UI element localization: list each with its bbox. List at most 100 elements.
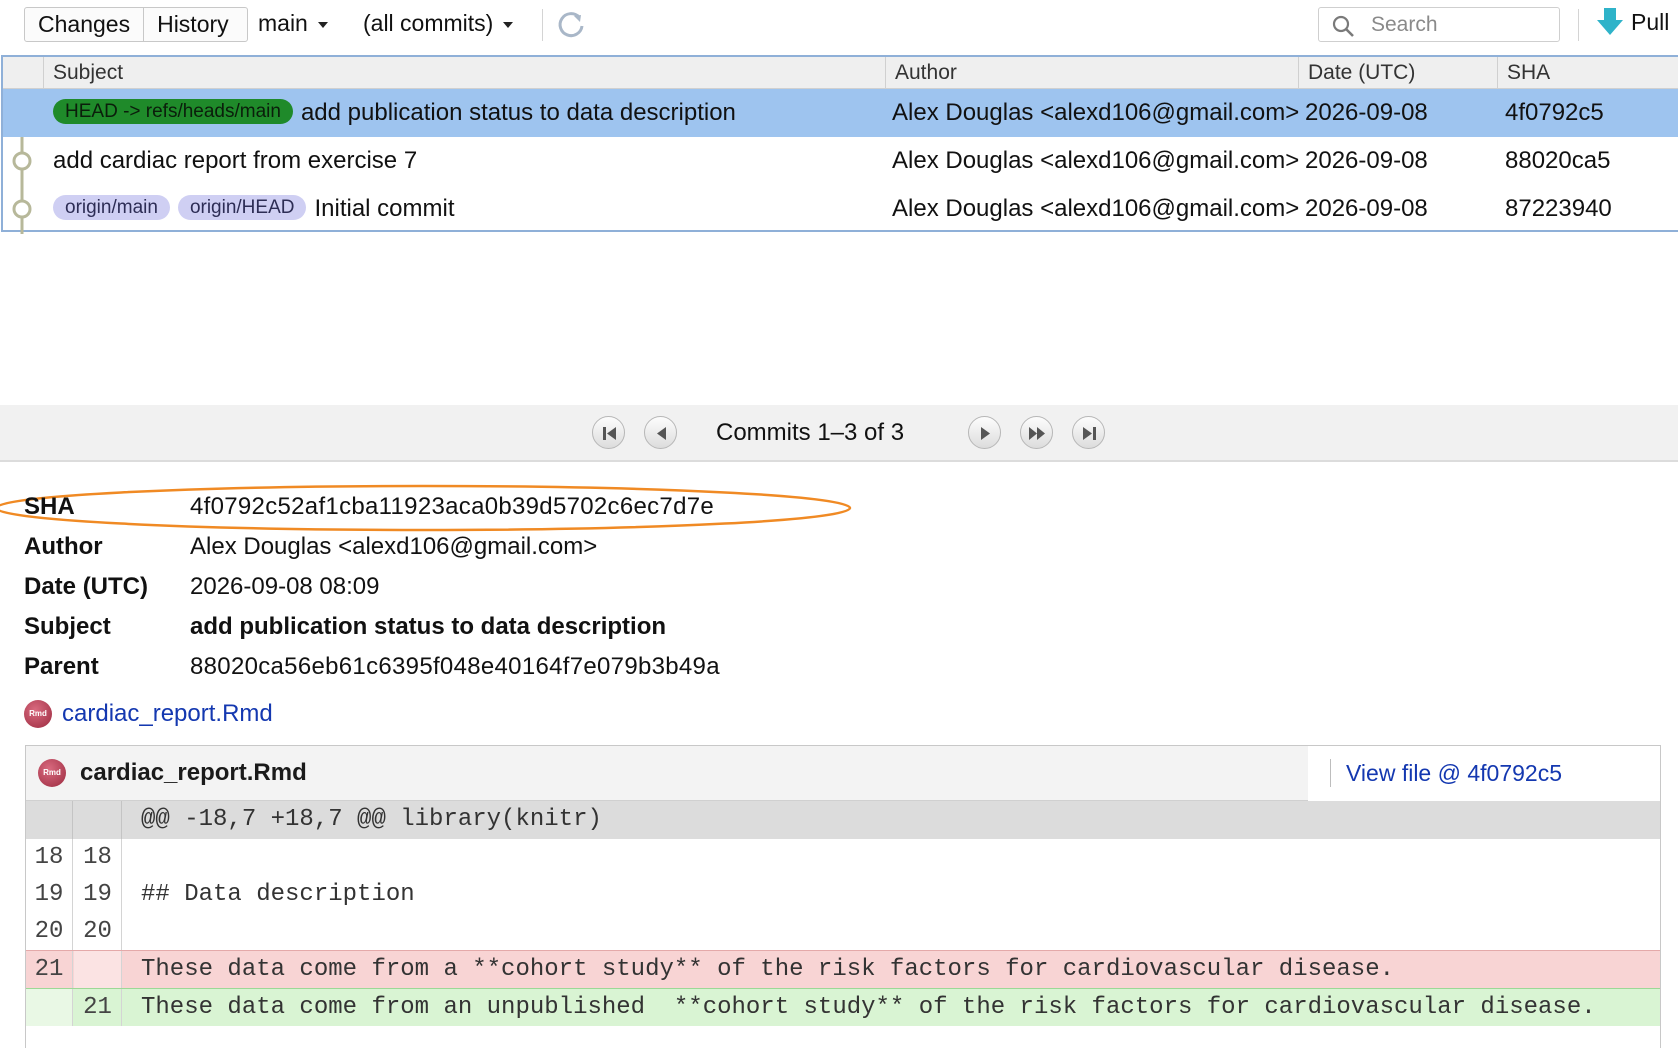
column-author[interactable]: Author	[885, 57, 1298, 89]
branch-label: main	[258, 10, 308, 36]
changed-file-link[interactable]: cardiac_report.Rmd	[62, 700, 273, 728]
new-line-number: 20	[74, 913, 122, 951]
table-row[interactable]: HEAD -> refs/heads/main add publication s…	[3, 89, 1678, 137]
view-file-link[interactable]: View file @ 4f0792c5	[1346, 760, 1562, 787]
table-header: Subject Author Date (UTC) SHA	[3, 57, 1678, 89]
old-line-number: 20	[26, 913, 73, 951]
ref-badge-head: HEAD -> refs/heads/main	[53, 99, 293, 124]
sha-label: SHA	[24, 493, 75, 520]
column-sha[interactable]: SHA	[1497, 57, 1678, 89]
branch-dropdown[interactable]: main	[258, 10, 328, 37]
old-line-number: 18	[26, 839, 73, 877]
diff-line: 18 18	[26, 839, 1660, 877]
date-value: 2026-09-08 08:09	[190, 573, 380, 600]
first-page-icon	[603, 427, 616, 440]
fast-forward-button[interactable]	[1020, 416, 1053, 449]
author-value: Alex Douglas <alexd106@gmail.com>	[190, 533, 598, 560]
fast-forward-icon	[1029, 427, 1045, 440]
view-toggle: Changes History	[24, 7, 248, 42]
search-icon	[1332, 15, 1354, 37]
ref-badge-origin-main: origin/main	[53, 195, 170, 220]
diff-header-actions: View file @ 4f0792c5	[1308, 746, 1660, 801]
search-box	[1318, 7, 1560, 42]
diff-filename-label: cardiac_report.Rmd	[80, 759, 307, 786]
rmd-file-icon: Rmd	[24, 700, 52, 728]
new-line-number: 21	[74, 989, 122, 1026]
old-line-number	[26, 801, 73, 839]
diff-line: 20 20	[26, 913, 1660, 951]
ref-badge-origin-head: origin/HEAD	[177, 195, 307, 220]
toolbar: Changes History main (all commits) Pull	[0, 0, 1678, 52]
history-tab-button[interactable]: History	[144, 8, 242, 41]
commit-author: Alex Douglas <alexd106@gmail.com>	[892, 195, 1300, 222]
header-divider	[1330, 759, 1331, 787]
line-code: ## Data description	[141, 881, 415, 908]
next-icon	[981, 427, 990, 440]
parent-value[interactable]: 88020ca56eb61c6395f048e40164f7e079b3b49a	[190, 653, 720, 681]
hunk-text: @@ -18,7 +18,7 @@ library(knitr)	[141, 806, 602, 833]
column-date[interactable]: Date (UTC)	[1298, 57, 1497, 89]
first-page-button[interactable]	[592, 416, 625, 449]
subject-label: Subject	[24, 613, 111, 640]
pull-label: Pull	[1631, 8, 1670, 35]
commit-filter-dropdown[interactable]: (all commits)	[363, 10, 514, 37]
commit-subject: Initial commit	[314, 195, 455, 222]
search-input[interactable]	[1371, 11, 1551, 38]
old-line-number: 19	[26, 876, 73, 914]
new-line-number	[74, 951, 122, 988]
diff-panel: Rmd cardiac_report.Rmd View file @ 4f079…	[25, 745, 1661, 1048]
added-line: 21 These data come from an unpublished *…	[26, 988, 1660, 1026]
commit-sha: 87223940	[1505, 195, 1612, 222]
author-label: Author	[24, 533, 103, 560]
previous-page-button[interactable]	[644, 416, 677, 449]
next-page-button[interactable]	[968, 416, 1001, 449]
line-code: These data come from an unpublished **co…	[141, 994, 1596, 1021]
toolbar-divider	[542, 9, 543, 41]
parent-label: Parent	[24, 653, 99, 680]
refresh-icon[interactable]	[555, 8, 587, 40]
date-label: Date (UTC)	[24, 573, 148, 600]
subject-cell: origin/main origin/HEAD Initial commit	[53, 185, 881, 233]
new-line-number	[74, 801, 122, 839]
commit-subject: add cardiac report from exercise 7	[53, 147, 418, 174]
line-code: These data come from a **cohort study** …	[141, 956, 1395, 983]
commit-date: 2026-09-08	[1305, 147, 1428, 174]
chevron-down-icon	[503, 22, 514, 28]
changed-file-entry: Rmd cardiac_report.Rmd	[24, 700, 273, 728]
commit-author: Alex Douglas <alexd106@gmail.com>	[892, 99, 1300, 126]
pull-button[interactable]: Pull	[1597, 8, 1669, 36]
pager-status: Commits 1–3 of 3	[716, 419, 905, 446]
table-row[interactable]: origin/main origin/HEAD Initial commit Ale…	[3, 185, 1678, 233]
pull-arrow-icon	[1597, 8, 1623, 35]
diff-file-name: Rmd cardiac_report.Rmd	[38, 759, 307, 787]
changes-tab-button[interactable]: Changes	[25, 8, 143, 41]
toolbar-divider	[1578, 9, 1579, 41]
commit-table: Subject Author Date (UTC) SHA HEAD -> re…	[1, 55, 1678, 234]
commit-author: Alex Douglas <alexd106@gmail.com>	[892, 147, 1300, 174]
sha-value: 4f0792c52af1cba11923aca0b39d5702c6ec7d7e	[190, 493, 715, 520]
old-line-number: 21	[26, 951, 73, 988]
hunk-header: @@ -18,7 +18,7 @@ library(knitr)	[26, 801, 1660, 839]
subject-cell: HEAD -> refs/heads/main add publication s…	[53, 89, 881, 137]
last-page-icon	[1083, 427, 1096, 440]
subject-value: add publication status to data descripti…	[190, 613, 667, 640]
last-page-button[interactable]	[1072, 416, 1105, 449]
commit-date: 2026-09-08	[1305, 195, 1428, 222]
commit-subject: add publication status to data descripti…	[300, 99, 736, 126]
new-line-number: 18	[74, 839, 122, 877]
commit-sha: 88020ca5	[1505, 147, 1611, 174]
previous-icon	[657, 427, 666, 440]
chevron-down-icon	[317, 22, 328, 28]
diff-line: 19 19 ## Data description	[26, 876, 1660, 914]
commit-sha: 4f0792c5	[1505, 99, 1604, 126]
rmd-file-icon: Rmd	[38, 759, 66, 787]
commit-pager: Commits 1–3 of 3	[0, 405, 1678, 462]
commit-date: 2026-09-08	[1305, 99, 1428, 126]
diff-header: Rmd cardiac_report.Rmd View file @ 4f079…	[26, 746, 1660, 801]
commit-filter-label: (all commits)	[363, 10, 494, 36]
new-line-number: 19	[74, 876, 122, 914]
column-subject[interactable]: Subject	[43, 57, 885, 89]
old-line-number	[26, 989, 73, 1026]
deleted-line: 21 These data come from a **cohort study…	[26, 950, 1660, 988]
table-row[interactable]: add cardiac report from exercise 7 Alex …	[3, 137, 1678, 185]
